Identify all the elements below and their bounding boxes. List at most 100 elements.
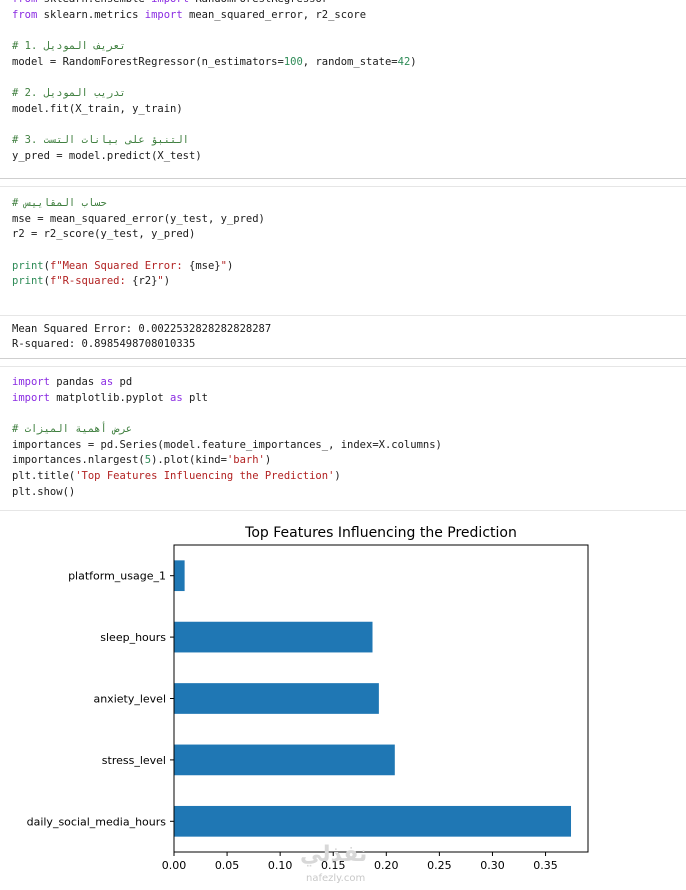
code-token: plt.title( (12, 470, 76, 483)
code-line: # عرض أهمية الميزات (12, 422, 686, 438)
code-token: model = RandomForestRegressor(n_estimato… (12, 55, 284, 68)
code-token: import (151, 0, 189, 5)
code-token: , random_state= (302, 55, 398, 68)
code-line: ​ (12, 406, 686, 422)
code-line: print(f"Mean Squared Error: {mse}") (12, 259, 686, 275)
code-token: {mse} (189, 259, 221, 272)
code-line: import matplotlib.pyplot as plt (12, 391, 686, 407)
code-cell-model-training[interactable]: from sklearn.ensemble import RandomFores… (0, 0, 686, 165)
code-line: ​ (12, 118, 686, 134)
code-token: importances.nlargest( (12, 454, 145, 467)
watermark-logo: نفذلي (300, 842, 368, 867)
code-line: ​ (12, 243, 686, 259)
chart-title: Top Features Influencing the Prediction (244, 525, 517, 541)
chart-bar (174, 805, 572, 837)
chart-xtick-label: 0.20 (374, 859, 399, 872)
code-token: ) (226, 259, 234, 272)
chart-xtick-label: 0.10 (268, 859, 293, 872)
code-token: 'Top Features Influencing the Prediction… (75, 470, 335, 483)
code-token: # حساب المقاييس (12, 197, 107, 209)
code-line: r2 = r2_score(y_test, y_pred) (12, 227, 686, 243)
cell-divider (0, 186, 686, 187)
code-token: model.fit(X_train, y_train) (12, 102, 183, 115)
code-line: ​ (12, 70, 686, 86)
code-token: as (170, 391, 183, 404)
chart-xtick-label: 0.35 (533, 859, 558, 872)
code-line: # حساب المقاييس (12, 196, 686, 212)
code-line: mse = mean_squared_error(y_test, y_pred) (12, 212, 686, 228)
code-line: model.fit(X_train, y_train) (12, 102, 686, 118)
code-token: RandomForestRegressor (189, 0, 328, 5)
chart-bar (174, 560, 185, 592)
code-token: sklearn.metrics (37, 8, 145, 21)
code-token: import (12, 376, 50, 388)
chart-xtick-label: 0.25 (427, 859, 452, 872)
chart-bar (174, 744, 395, 776)
code-token: 100 (283, 55, 303, 68)
chart-bar (174, 621, 373, 653)
code-token: plt (182, 391, 208, 404)
chart-xtick-label: 0.00 (162, 859, 187, 872)
code-token: # عرض أهمية الميزات (12, 423, 133, 436)
code-token: 42 (397, 55, 411, 68)
code-token: as (100, 376, 114, 388)
code-token: mse = mean_squared_error(y_test, y_pred) (12, 212, 265, 225)
code-token: r2 = r2_score(y_test, y_pred) (12, 228, 196, 241)
code-token: from (12, 8, 38, 21)
code-line: from sklearn.metrics import mean_squared… (12, 8, 686, 24)
code-token: sklearn.ensemble (37, 0, 151, 5)
code-token: pandas (49, 376, 101, 388)
code-token: {r2} (132, 275, 158, 288)
code-line: y_pred = model.predict(X_test) (12, 149, 686, 165)
code-token: pd (113, 376, 133, 388)
code-line: importances = pd.Series(model.feature_im… (12, 438, 686, 454)
chart-ytick-label: anxiety_level (93, 693, 166, 706)
code-token: f"R-squared: (49, 275, 133, 288)
code-line: # 3. التنبؤ على بيانات التست (12, 133, 686, 149)
code-line: importances.nlargest(5).plot(kind='barh'… (12, 453, 686, 469)
chart-xtick-label: 0.30 (480, 859, 505, 872)
cell-divider (0, 178, 686, 179)
output-line: R-squared: 0.8985498708010335 (12, 338, 196, 350)
code-token: plt.show() (12, 485, 76, 498)
code-line: ​ (12, 23, 686, 39)
code-token: # 3. التنبؤ على بيانات التست (12, 134, 190, 147)
code-line: plt.title('Top Features Influencing the … (12, 469, 686, 485)
code-line: model = RandomForestRegressor(n_estimato… (12, 55, 686, 71)
chart-ytick-label: daily_social_media_hours (27, 815, 167, 828)
feature-importance-chart: Top Features Influencing the Prediction d… (27, 525, 589, 872)
code-token: print (12, 259, 44, 272)
code-token: ) (163, 275, 171, 288)
code-line: from sklearn.ensemble import RandomFores… (12, 0, 686, 8)
chart-ytick-label: sleep_hours (100, 631, 166, 644)
code-line: import pandas as pd (12, 375, 686, 391)
code-token: # 2. تدريب الموديل (12, 87, 126, 100)
code-token: ) (264, 454, 272, 467)
code-token: ) (410, 55, 417, 68)
cell-divider (0, 366, 686, 367)
code-line: print(f"R-squared: {r2}") (12, 274, 686, 290)
chart-xtick-label: 0.05 (215, 859, 240, 872)
code-token: importances = pd.Series(model.feature_im… (12, 438, 442, 451)
code-token: y_pred = model.predict(X_test) (12, 149, 202, 162)
code-token: f"Mean Squared Error: (49, 259, 190, 272)
code-cell-feature-importance[interactable]: import pandas as pd import matplotlib.pyp… (0, 375, 686, 501)
code-line: # 1. تعريف الموديل (12, 39, 686, 55)
code-line: plt.show() (12, 485, 686, 501)
cell-output-metrics: Mean Squared Error: 0.002253282828282828… (0, 322, 686, 352)
code-token: matplotlib.pyplot (49, 391, 171, 404)
cell-divider (0, 358, 686, 359)
code-token: # 1. تعريف الموديل (12, 40, 126, 53)
chart-ytick-label: platform_usage_1 (68, 570, 166, 583)
watermark-url: nafezly.com (306, 873, 366, 884)
code-token: print (12, 275, 44, 288)
code-token: import (144, 8, 183, 21)
code-token: ) (334, 470, 341, 483)
code-token: 'barh' (226, 454, 265, 467)
code-token: mean_squared_error, r2_score (182, 8, 367, 21)
cell-divider (0, 315, 686, 316)
chart-ytick-label: stress_level (102, 754, 166, 767)
code-token: ).plot(kind= (151, 454, 227, 467)
cell-divider (0, 510, 686, 511)
code-cell-metrics[interactable]: # حساب المقاييس mse = mean_squared_error(… (0, 196, 686, 290)
